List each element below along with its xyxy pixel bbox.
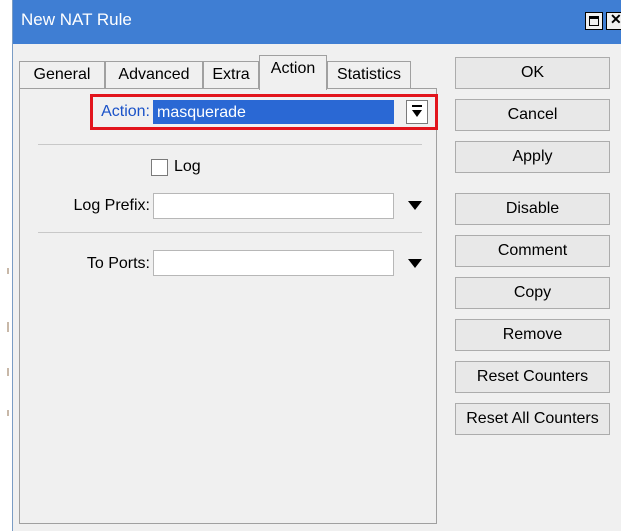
to-ports-label: To Ports: [86, 255, 150, 272]
log-prefix-label: Log Prefix: [73, 197, 150, 214]
background-window-edge [0, 0, 12, 531]
tab-extra[interactable]: Extra [203, 61, 259, 89]
window-title: New NAT Rule [21, 10, 132, 29]
action-select[interactable]: masquerade [153, 100, 394, 124]
log-prefix-input[interactable] [153, 193, 394, 219]
log-checkbox[interactable] [151, 159, 168, 176]
background-mark [7, 268, 9, 274]
tab-statistics[interactable]: Statistics [327, 61, 411, 89]
ok-button[interactable]: OK [455, 57, 610, 89]
reset-all-counters-button[interactable]: Reset All Counters [455, 403, 610, 435]
background-mark [7, 322, 9, 332]
nat-rule-dialog: New NAT Rule General Advanced Extra Acti… [12, 0, 621, 531]
background-mark [7, 368, 9, 376]
action-tab-panel: Action: masquerade Log Log Prefix: To Po… [19, 88, 438, 524]
close-icon[interactable] [606, 11, 621, 30]
tab-action[interactable]: Action [259, 55, 327, 90]
reset-counters-button[interactable]: Reset Counters [455, 361, 610, 393]
action-dropdown-icon[interactable] [406, 100, 428, 124]
background-mark [7, 410, 9, 416]
to-ports-input[interactable] [153, 250, 394, 276]
tab-advanced[interactable]: Advanced [105, 61, 203, 89]
disable-button[interactable]: Disable [455, 193, 610, 225]
log-prefix-dropdown-icon[interactable] [408, 201, 422, 210]
action-label: Action: [101, 103, 150, 120]
remove-button[interactable]: Remove [455, 319, 610, 351]
copy-button[interactable]: Copy [455, 277, 610, 309]
cancel-button[interactable]: Cancel [455, 99, 610, 131]
divider [38, 144, 422, 145]
title-bar[interactable]: New NAT Rule [13, 0, 621, 44]
tab-general[interactable]: General [19, 61, 105, 89]
divider [38, 232, 422, 233]
maximize-icon[interactable] [585, 12, 603, 30]
apply-button[interactable]: Apply [455, 141, 610, 173]
comment-button[interactable]: Comment [455, 235, 610, 267]
to-ports-dropdown-icon[interactable] [408, 259, 422, 268]
log-label: Log [174, 158, 201, 175]
